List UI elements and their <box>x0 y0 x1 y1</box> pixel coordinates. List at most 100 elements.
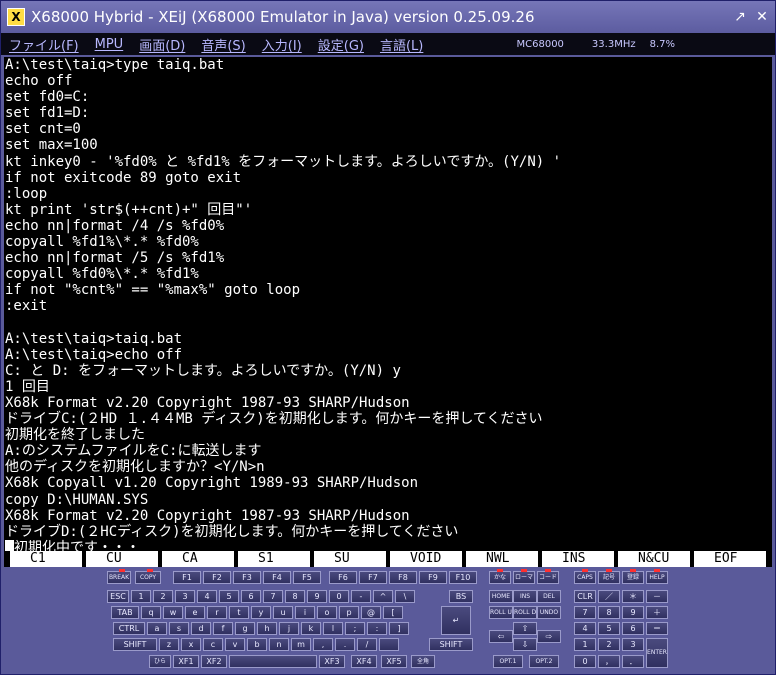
key-e-r2[interactable]: e <box>185 606 205 619</box>
key-mode-0[interactable]: かな <box>489 571 511 584</box>
key-arrow-right[interactable]: ⇨ <box>537 630 561 643</box>
key-9-9[interactable]: 9 <box>307 590 327 603</box>
key-caps-0[interactable]: CAPS <box>574 571 596 584</box>
key-opt1[interactable]: OPT.1 <box>493 655 523 668</box>
key-numpad-17[interactable]: ． <box>622 655 644 668</box>
key-tab[interactable]: TAB <box>111 606 139 619</box>
key-ctrl[interactable]: CTRL <box>113 622 145 635</box>
menu-settings[interactable]: 設定(G) <box>310 35 372 54</box>
key-a-r3[interactable]: a <box>147 622 167 635</box>
key-3-3[interactable]: 3 <box>175 590 195 603</box>
key-o-r2[interactable]: o <box>317 606 337 619</box>
key-numpad-1[interactable]: ／ <box>598 590 620 603</box>
key-numpad-8[interactable]: 4 <box>574 622 596 635</box>
key-symbol-r4[interactable]: . <box>335 638 355 651</box>
key-f1[interactable]: F1 <box>173 571 201 584</box>
key-symbol-r2[interactable]: @ <box>361 606 381 619</box>
key-del[interactable]: DEL <box>537 590 561 603</box>
key-symbol-12[interactable]: ^ <box>373 590 393 603</box>
key-shift-right[interactable]: SHIFT <box>429 638 473 651</box>
key-help-3[interactable]: HELP <box>646 571 668 584</box>
key-f2[interactable]: F2 <box>203 571 231 584</box>
key-u-r2[interactable]: u <box>273 606 293 619</box>
key-undo[interactable]: UNDO <box>537 606 561 619</box>
key-g-r3[interactable]: g <box>235 622 255 635</box>
key-blank-r4[interactable] <box>379 638 399 651</box>
key-x-r4[interactable]: x <box>181 638 201 651</box>
key-backspace[interactable]: BS <box>449 590 473 603</box>
key-numpad-7[interactable]: ＋ <box>646 606 668 619</box>
menu-sound[interactable]: 音声(S) <box>193 35 253 54</box>
key-arrow-down[interactable]: ⇩ <box>513 638 537 651</box>
key-d-r3[interactable]: d <box>191 622 211 635</box>
key-y-r2[interactable]: y <box>251 606 271 619</box>
key-home[interactable]: HOME <box>489 590 513 603</box>
menu-file[interactable]: ファイル(F) <box>1 35 87 54</box>
key-numpad-9[interactable]: 5 <box>598 622 620 635</box>
key-p-r2[interactable]: p <box>339 606 359 619</box>
key-symbol-11[interactable]: - <box>351 590 371 603</box>
key-mode-1[interactable]: ローマ <box>513 571 535 584</box>
key-f8[interactable]: F8 <box>389 571 417 584</box>
key-8-8[interactable]: 8 <box>285 590 305 603</box>
key-symbol-r3[interactable]: ; <box>345 622 365 635</box>
key-symbol-2[interactable]: 登録 <box>622 571 644 584</box>
key-q-r2[interactable]: q <box>141 606 161 619</box>
key-opt2[interactable]: OPT.2 <box>529 655 559 668</box>
key-symbol-r2[interactable]: [ <box>383 606 403 619</box>
key-numpad-15[interactable]: 0 <box>574 655 596 668</box>
key-numpad-4[interactable]: 7 <box>574 606 596 619</box>
key-enter[interactable]: ENTER <box>646 638 668 668</box>
key-v-r4[interactable]: v <box>225 638 245 651</box>
key-t-r2[interactable]: t <box>229 606 249 619</box>
key-7-7[interactable]: 7 <box>263 590 283 603</box>
key-copy[interactable]: COPY <box>135 571 161 584</box>
key-f-r3[interactable]: f <box>213 622 233 635</box>
key-1-1[interactable]: 1 <box>131 590 151 603</box>
key-s-r3[interactable]: s <box>169 622 189 635</box>
key-f4[interactable]: F4 <box>263 571 291 584</box>
key-mode-2[interactable]: コード <box>537 571 559 584</box>
key-n-r4[interactable]: n <box>269 638 289 651</box>
key-numpad-12[interactable]: 1 <box>574 638 596 651</box>
key-arrow-left[interactable]: ⇦ <box>489 630 513 643</box>
key-k-r3[interactable]: k <box>301 622 321 635</box>
menu-mpu[interactable]: MPU <box>87 37 132 52</box>
key-f9[interactable]: F9 <box>419 571 447 584</box>
key-xf1[interactable]: XF1 <box>173 655 199 668</box>
key-f3[interactable]: F3 <box>233 571 261 584</box>
key-numpad-6[interactable]: 9 <box>622 606 644 619</box>
key-symbol-r4[interactable]: , <box>313 638 333 651</box>
key-roll-up[interactable]: ROLL UP <box>489 606 513 619</box>
key-w-r2[interactable]: w <box>163 606 183 619</box>
key-5-5[interactable]: 5 <box>219 590 239 603</box>
terminal-screen[interactable]: A:\test\taiq>type taiq.bat echo off set … <box>4 57 772 551</box>
key-break[interactable]: BREAK <box>107 571 131 584</box>
key-xf4[interactable]: XF4 <box>351 655 377 668</box>
key-z-r4[interactable]: z <box>159 638 179 651</box>
key-symbol-r3[interactable]: : <box>367 622 387 635</box>
menu-language[interactable]: 言語(L) <box>372 35 431 54</box>
key-numpad-11[interactable]: ＝ <box>646 622 668 635</box>
key-f7[interactable]: F7 <box>359 571 387 584</box>
key-f5[interactable]: F5 <box>293 571 321 584</box>
key-xf5[interactable]: XF5 <box>381 655 407 668</box>
key-return[interactable]: ↵ <box>441 606 471 635</box>
close-icon[interactable]: ✕ <box>753 8 771 26</box>
key-symbol-13[interactable]: \ <box>395 590 415 603</box>
key-numpad-0[interactable]: CLR <box>574 590 596 603</box>
key-numpad-5[interactable]: 8 <box>598 606 620 619</box>
key-c-r4[interactable]: c <box>203 638 223 651</box>
key-roll-down[interactable]: ROLL DOWN <box>513 606 537 619</box>
key-zenkaku[interactable]: 全角 <box>411 655 435 668</box>
key-r-r2[interactable]: r <box>207 606 227 619</box>
key-symbol-1[interactable]: 記号 <box>598 571 620 584</box>
key-f10[interactable]: F10 <box>449 571 477 584</box>
title-bar[interactable]: X X68000 Hybrid - XEiJ (X68000 Emulator … <box>1 1 775 33</box>
key-symbol-r3[interactable]: ] <box>389 622 409 635</box>
key-space[interactable] <box>229 655 317 668</box>
key-xf3[interactable]: XF3 <box>319 655 345 668</box>
key-xf2[interactable]: XF2 <box>201 655 227 668</box>
key-2-2[interactable]: 2 <box>153 590 173 603</box>
key-0-10[interactable]: 0 <box>329 590 349 603</box>
